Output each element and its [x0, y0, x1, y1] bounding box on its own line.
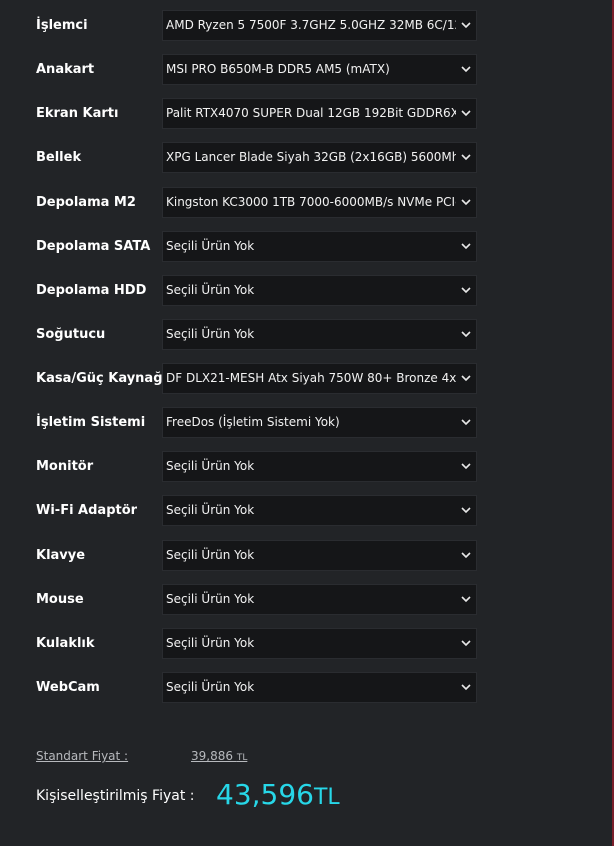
component-label: Depolama M2 — [36, 194, 136, 210]
component-select[interactable]: Seçili Ürün Yok — [162, 671, 477, 703]
component-row: Soğutucu Seçili Ürün Yok — [0, 318, 614, 363]
component-label: Mouse — [36, 591, 84, 607]
component-row: Ekran Kartı Palit RTX4070 SUPER Dual 12G… — [0, 98, 614, 142]
component-row: Depolama M2 Kingston KC3000 1TB 7000-600… — [0, 186, 614, 231]
standard-price-value-wrap: 39,886 TL — [191, 749, 247, 763]
component-select-value: Seçili Ürün Yok — [166, 503, 255, 518]
component-select[interactable]: DF DLX21-MESH Atx Siyah 750W 80+ Bronze … — [162, 363, 477, 394]
standard-price-label: Standart Fiyat : — [36, 749, 129, 763]
component-row: Mouse Seçili Ürün Yok — [0, 583, 614, 628]
component-label: Klavye — [36, 547, 86, 563]
component-label: Depolama SATA — [36, 238, 151, 254]
component-select[interactable]: Seçili Ürün Yok — [162, 451, 477, 483]
chevron-down-icon — [461, 331, 471, 338]
chevron-down-icon — [461, 596, 471, 602]
component-select[interactable]: Seçili Ürün Yok — [162, 627, 477, 659]
component-label: Ekran Kartı — [36, 106, 119, 122]
component-select-value: Seçili Ürün Yok — [166, 238, 255, 253]
component-row: İşletim Sistemi FreeDos (İşletim Sistemi… — [0, 407, 614, 451]
custom-price-value: 43,596 — [216, 778, 314, 811]
component-select-value: Seçili Ürün Yok — [166, 326, 255, 341]
chevron-down-icon — [461, 419, 471, 426]
component-select-value: Seçili Ürün Yok — [166, 282, 255, 297]
component-select-value: Seçili Ürün Yok — [166, 547, 255, 562]
component-label: Depolama HDD — [36, 282, 147, 298]
component-label: WebCam — [36, 679, 100, 695]
standard-price-value: 39,886 — [191, 749, 233, 763]
standard-price: Standart Fiyat : 39,886 TL — [36, 749, 247, 763]
component-select[interactable]: FreeDos (İşletim Sistemi Yok) — [162, 407, 477, 439]
chevron-down-icon — [461, 287, 471, 293]
component-select-value: AMD Ryzen 5 7500F 3.7GHZ 5.0GHZ 32MB 6C/… — [166, 18, 456, 32]
component-row: Monitör Seçili Ürün Yok — [0, 451, 614, 495]
component-row: Anakart MSI PRO B650M-B DDR5 AM5 (mATX) — [0, 54, 614, 98]
component-label: İşletim Sistemi — [36, 415, 146, 431]
component-select[interactable]: Palit RTX4070 SUPER Dual 12GB 192Bit GDD… — [162, 98, 477, 130]
component-select[interactable]: Seçili Ürün Yok — [162, 495, 477, 527]
chevron-down-icon — [461, 507, 471, 514]
component-label: Wi-Fi Adaptör — [36, 503, 138, 519]
component-select[interactable]: Seçili Ürün Yok — [162, 539, 477, 571]
custom-price-label: Kişiselleştirilmiş Fiyat : — [36, 788, 195, 804]
component-select-value: Seçili Ürün Yok — [166, 635, 255, 650]
component-label: Anakart — [36, 62, 95, 78]
component-row: Kulaklık Seçili Ürün Yok — [0, 627, 614, 672]
component-label: Bellek — [36, 150, 82, 166]
component-select-value: Seçili Ürün Yok — [166, 459, 255, 474]
component-row: Depolama SATA Seçili Ürün Yok — [0, 230, 614, 275]
component-label: Monitör — [36, 459, 94, 475]
component-selector-list: İşlemci AMD Ryzen 5 7500F 3.7GHZ 5.0GHZ … — [0, 10, 614, 716]
component-row: Bellek XPG Lancer Blade Siyah 32GB (2x16… — [0, 142, 614, 186]
component-select-value: XPG Lancer Blade Siyah 32GB (2x16GB) 560… — [166, 150, 456, 165]
component-row: Kasa/Güç Kaynağı DF DLX21-MESH Atx Siyah… — [0, 363, 614, 407]
custom-price-value-wrap: 43,596TL — [216, 778, 340, 811]
component-select-value: Seçili Ürün Yok — [166, 591, 255, 606]
component-select-value: Kingston KC3000 1TB 7000-6000MB/s NVMe P… — [166, 194, 456, 209]
chevron-down-icon — [461, 66, 471, 73]
standard-price-currency: TL — [236, 753, 248, 763]
chevron-down-icon — [461, 375, 471, 382]
chevron-down-icon — [461, 154, 471, 161]
chevron-down-icon — [461, 198, 471, 205]
component-label: Kulaklık — [36, 635, 95, 651]
component-select-value: Palit RTX4070 SUPER Dual 12GB 192Bit GDD… — [166, 106, 456, 121]
component-select-value: FreeDos (İşletim Sistemi Yok) — [166, 415, 340, 430]
component-row: Depolama HDD Seçili Ürün Yok — [0, 274, 614, 319]
chevron-down-icon — [461, 463, 471, 470]
component-row: İşlemci AMD Ryzen 5 7500F 3.7GHZ 5.0GHZ … — [0, 10, 614, 54]
chevron-down-icon — [461, 640, 471, 646]
chevron-down-icon — [461, 22, 471, 29]
component-select-value: DF DLX21-MESH Atx Siyah 750W 80+ Bronze … — [166, 371, 456, 385]
component-select[interactable]: Seçili Ürün Yok — [162, 230, 477, 262]
chevron-down-icon — [461, 110, 471, 117]
component-select[interactable]: Seçili Ürün Yok — [162, 583, 477, 615]
component-label: Kasa/Güç Kaynağı — [36, 371, 167, 386]
component-label: Soğutucu — [36, 326, 106, 342]
chevron-down-icon — [461, 684, 471, 691]
component-row: Klavye Seçili Ürün Yok — [0, 539, 614, 584]
component-select[interactable]: XPG Lancer Blade Siyah 32GB (2x16GB) 560… — [162, 142, 477, 174]
component-label: İşlemci — [36, 18, 88, 33]
component-select[interactable]: Seçili Ürün Yok — [162, 274, 477, 306]
component-select-value: MSI PRO B650M-B DDR5 AM5 (mATX) — [166, 62, 390, 77]
custom-price-currency: TL — [313, 785, 340, 810]
component-select[interactable]: MSI PRO B650M-B DDR5 AM5 (mATX) — [162, 54, 477, 86]
component-select[interactable]: AMD Ryzen 5 7500F 3.7GHZ 5.0GHZ 32MB 6C/… — [162, 10, 477, 41]
component-select[interactable]: Kingston KC3000 1TB 7000-6000MB/s NVMe P… — [162, 186, 477, 218]
chevron-down-icon — [461, 551, 471, 558]
component-select-value: Seçili Ürün Yok — [166, 679, 255, 694]
component-row: Wi-Fi Adaptör Seçili Ürün Yok — [0, 495, 614, 539]
component-row: WebCam Seçili Ürün Yok — [0, 671, 614, 716]
chevron-down-icon — [461, 243, 471, 249]
component-select[interactable]: Seçili Ürün Yok — [162, 318, 477, 350]
